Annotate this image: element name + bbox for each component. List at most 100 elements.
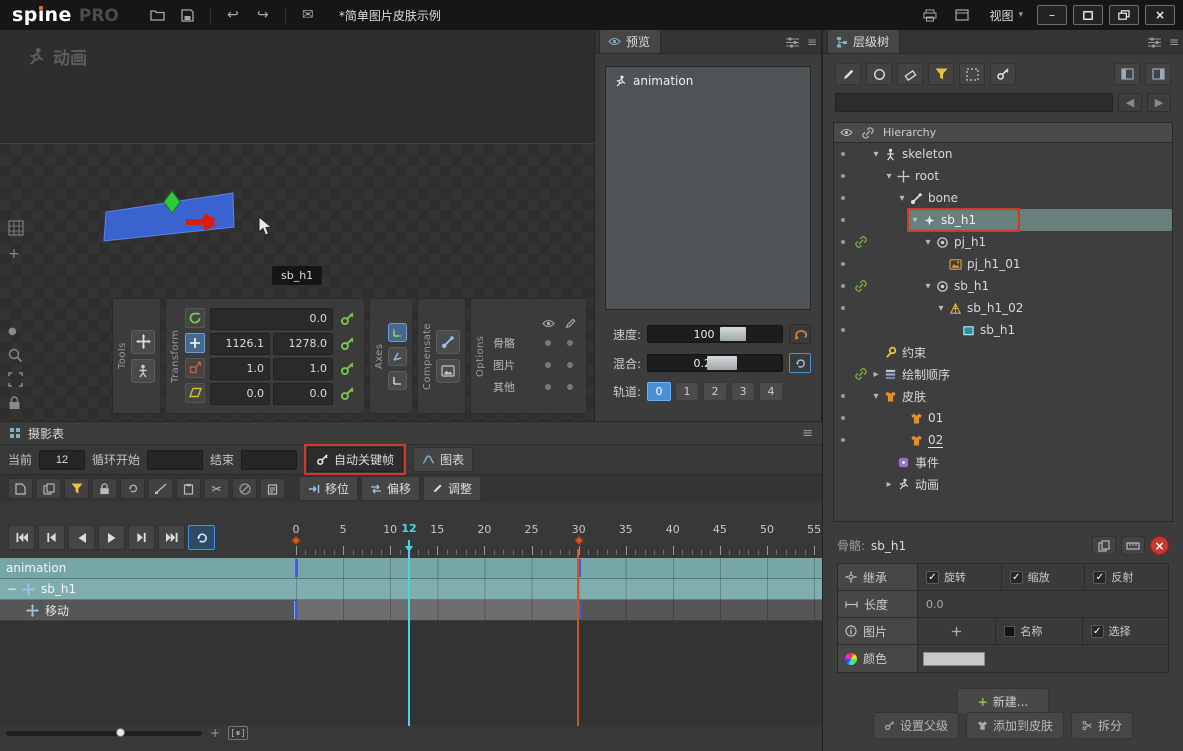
tree-row-skeleton[interactable]: ▾skeleton [834, 143, 1172, 165]
play-backward-button[interactable] [68, 525, 95, 550]
offset-button[interactable]: 偏移 [361, 476, 420, 501]
zoom-slider[interactable] [6, 731, 202, 736]
add-to-skin-button[interactable]: 添加到皮肤 [966, 712, 1064, 739]
tree-row-sb_h1[interactable]: ▾sb_h1 [834, 209, 1172, 231]
cut-icon[interactable]: ✂ [204, 478, 229, 499]
shift-button[interactable]: 移位 [299, 476, 358, 501]
visibility-dot[interactable] [834, 306, 852, 310]
key-translate-icon[interactable] [336, 333, 358, 355]
viewport[interactable]: 动画 sb_h1 + ● Tools [0, 30, 595, 421]
close-button[interactable]: × [1145, 5, 1175, 25]
select-cell[interactable]: ✓选择 [1083, 618, 1168, 644]
track-button-0[interactable]: 0 [647, 382, 671, 401]
next-key-button[interactable] [128, 525, 155, 550]
save-icon[interactable] [175, 4, 201, 26]
tree-row-sb_h1[interactable]: ▾sb_h1 [834, 275, 1172, 297]
restore-button[interactable] [1109, 5, 1139, 25]
new-view-left-icon[interactable] [1114, 63, 1140, 85]
slope-icon[interactable] [148, 478, 173, 499]
undo-icon[interactable]: ↩ [220, 4, 246, 26]
expand-arrow[interactable]: ▸ [883, 479, 895, 490]
loop-mix-button[interactable] [789, 353, 811, 373]
keyframe[interactable] [294, 559, 298, 577]
inherit-option-反射[interactable]: ✓反射 [1085, 564, 1168, 590]
zoom-knob[interactable] [116, 728, 125, 737]
view-menu[interactable]: 视图 ▾ [989, 7, 1023, 24]
window-layout-icon[interactable] [949, 4, 975, 26]
timeline-ruler[interactable]: 051015202530354045505512 [296, 520, 822, 558]
track-button-1[interactable]: 1 [675, 382, 699, 401]
adjust-button[interactable]: 调整 [423, 476, 481, 501]
option-dot[interactable] [567, 384, 573, 390]
dot-icon[interactable]: ● [8, 326, 17, 337]
checkbox[interactable]: ✓ [1010, 571, 1023, 584]
eraser-tool-icon[interactable] [897, 63, 923, 85]
dopesheet-row-移动[interactable]: 移动 [0, 600, 822, 621]
color-swatch[interactable] [923, 652, 985, 666]
menu-icon[interactable]: ≡ [807, 35, 817, 49]
checkbox[interactable]: ✓ [1093, 571, 1106, 584]
search-input[interactable] [835, 93, 1113, 112]
copy-values-icon[interactable] [1092, 536, 1116, 555]
tree-row-root[interactable]: ▾root [834, 165, 1172, 187]
axes-parent-icon[interactable] [388, 347, 407, 366]
filter-sliders-icon[interactable] [786, 37, 799, 48]
play-button[interactable] [98, 525, 125, 550]
tree-row-绘制顺序[interactable]: ▸绘制顺序 [834, 363, 1172, 385]
pose-tool-button[interactable] [131, 359, 155, 383]
printer-icon[interactable] [917, 4, 943, 26]
set-parent-button[interactable]: 设置父级 [873, 712, 959, 739]
shear-y-value[interactable]: 0.0 [273, 383, 333, 405]
graph-button[interactable]: 图表 [413, 447, 473, 472]
selected-image-attachment[interactable] [100, 160, 250, 250]
tree-row-pj_h1[interactable]: ▾pj_h1 [834, 231, 1172, 253]
track-button-4[interactable]: 4 [759, 382, 783, 401]
scale-y-value[interactable]: 1.0 [273, 358, 333, 380]
eye-icon[interactable] [840, 128, 853, 137]
maximize-button[interactable] [1073, 5, 1103, 25]
tree-row-约束[interactable]: 约束 [834, 341, 1172, 363]
key-tool-icon[interactable] [990, 63, 1016, 85]
track-button-2[interactable]: 2 [703, 382, 727, 401]
menu-icon[interactable]: ≡ [802, 426, 813, 441]
inherit-option-旋转[interactable]: ✓旋转 [918, 564, 1002, 590]
options-row-other[interactable]: 其他 [489, 376, 581, 398]
tree-row-sb_h1_02[interactable]: ▾sb_h1_02 [834, 297, 1172, 319]
export-mail-icon[interactable]: ✉ [295, 4, 321, 26]
key-shear-icon[interactable] [336, 383, 358, 405]
duplicate-icon[interactable] [36, 478, 61, 499]
tree-row-bone[interactable]: ▾bone [834, 187, 1172, 209]
speed-slider-handle[interactable] [720, 327, 746, 341]
animation-list[interactable]: animation [605, 66, 811, 310]
translate-y-value[interactable]: 1278.0 [273, 333, 333, 355]
ruler-keyframe-diamond[interactable] [574, 536, 584, 546]
expand-arrow[interactable]: ▾ [922, 281, 934, 292]
expand-arrow[interactable]: ▾ [922, 237, 934, 248]
tab-preview[interactable]: 预览 [599, 29, 661, 53]
mix-slider-handle[interactable] [707, 356, 737, 370]
dopesheet-row-sb_h1[interactable]: −sb_h1 [0, 579, 822, 600]
tab-hierarchy[interactable]: 层级树 [827, 29, 900, 53]
minimize-button[interactable]: – [1037, 5, 1067, 25]
translate-icon[interactable] [185, 333, 205, 353]
paste-icon[interactable] [176, 478, 201, 499]
inherit-option-缩放[interactable]: ✓缩放 [1002, 564, 1086, 590]
checkbox[interactable]: ✓ [926, 571, 939, 584]
option-dot[interactable] [567, 362, 573, 368]
shear-x-value[interactable]: 0.0 [210, 383, 270, 405]
visibility-dot[interactable] [834, 284, 852, 288]
lock-icon[interactable] [92, 478, 117, 499]
option-dot[interactable] [545, 384, 551, 390]
track-button-3[interactable]: 3 [731, 382, 755, 401]
visibility-dot[interactable] [834, 394, 852, 398]
fit-view-icon[interactable] [8, 372, 23, 387]
menu-icon[interactable]: ≡ [1169, 35, 1179, 49]
loop-start-input[interactable] [147, 450, 203, 470]
expand-arrow[interactable]: ▾ [935, 303, 947, 314]
tree-row-pj_h1_01[interactable]: pj_h1_01 [834, 253, 1172, 275]
split-button[interactable]: 拆分 [1071, 712, 1133, 739]
delete-keys-icon[interactable] [232, 478, 257, 499]
rotate-value[interactable]: 0.0 [210, 308, 333, 330]
current-frame-line[interactable] [408, 540, 410, 726]
compensate-bones-button[interactable] [436, 330, 460, 354]
